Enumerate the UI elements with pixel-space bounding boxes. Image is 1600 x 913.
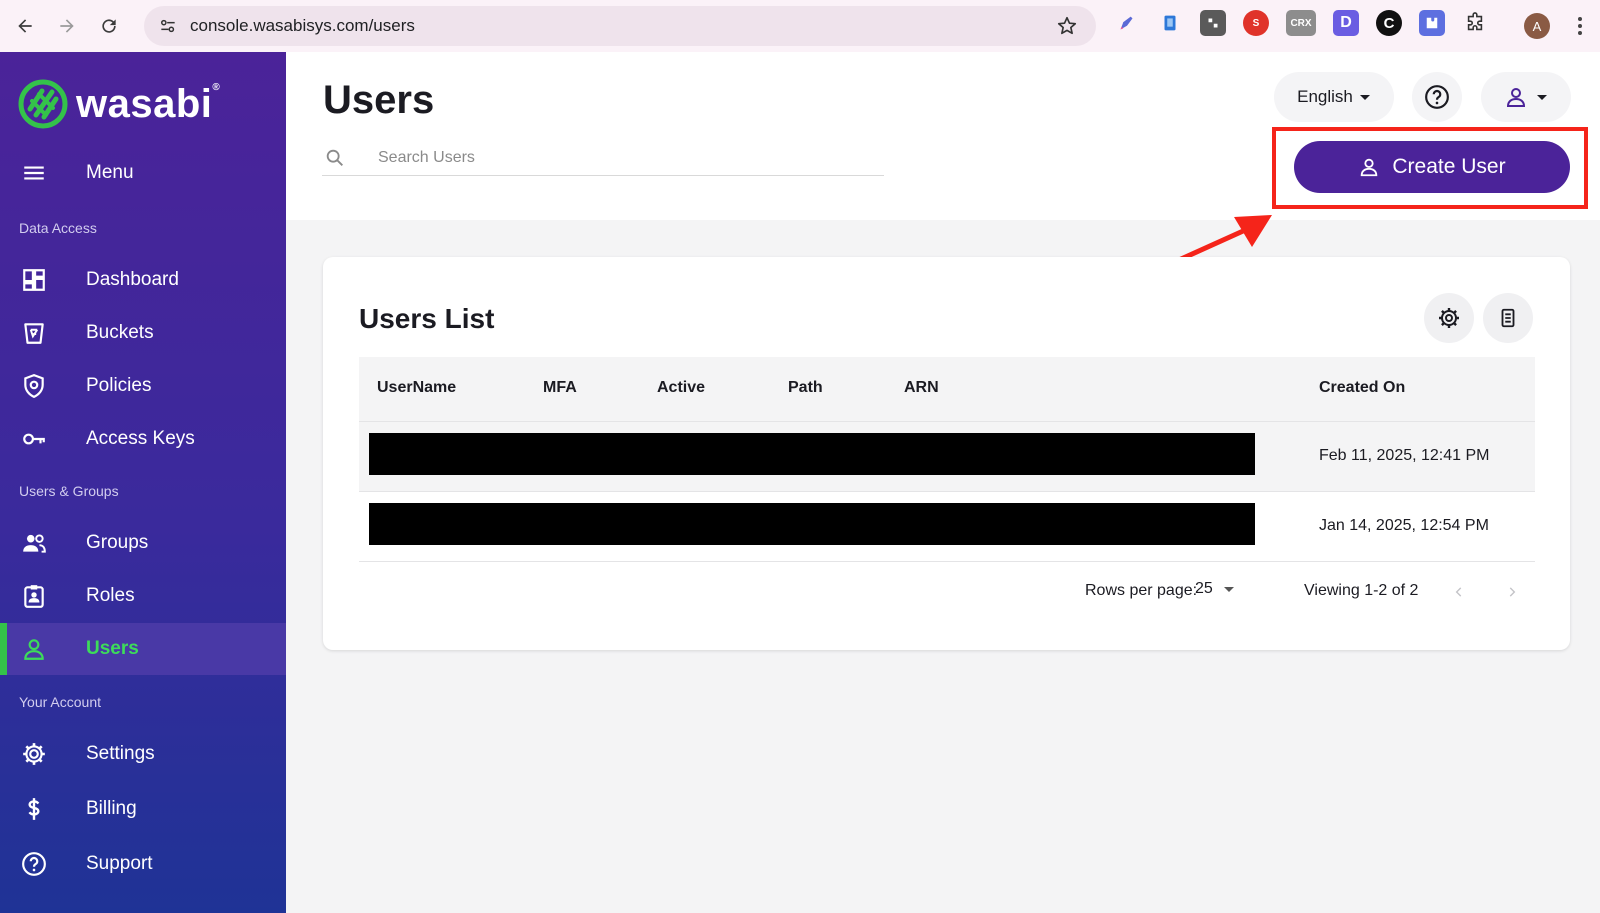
wasabi-logo-icon — [18, 79, 68, 129]
user-icon — [1506, 88, 1526, 107]
caret-down-icon — [1359, 95, 1370, 100]
seo-extension-icon[interactable]: S — [1243, 10, 1269, 36]
wasabi-logo-text: wasabi® — [76, 81, 221, 126]
puzzle-color-extension-icon[interactable] — [1419, 10, 1445, 36]
list-view-icon — [1501, 308, 1515, 328]
sidebar-item-label: Roles — [86, 585, 135, 606]
document-extension-icon[interactable] — [1157, 10, 1183, 36]
back-arrow-icon[interactable] — [8, 9, 42, 43]
sidebar-item-access-keys[interactable]: Access Keys — [0, 413, 286, 465]
sidebar-item-label: Settings — [86, 743, 155, 764]
language-select[interactable]: English — [1274, 72, 1394, 122]
rows-per-page-value: 25 — [1195, 580, 1213, 597]
wasabi-logo[interactable]: wasabi® — [18, 79, 220, 129]
sidebar-item-label: Billing — [86, 798, 137, 819]
extensions-puzzle-icon[interactable] — [1462, 10, 1488, 36]
help-icon — [20, 850, 48, 878]
group-icon — [20, 529, 48, 557]
help-icon — [1425, 85, 1449, 109]
annotation-highlight-box — [1272, 127, 1588, 209]
section-your-account: Your Account — [19, 694, 101, 710]
dashboard-icon — [20, 266, 48, 294]
created-on-cell: Feb 11, 2025, 12:41 PM — [1319, 447, 1490, 464]
page-title: Users — [323, 78, 435, 122]
account-menu-button[interactable] — [1481, 72, 1571, 122]
sidebar-item-label: Support — [86, 853, 153, 874]
sidebar-item-roles[interactable]: Roles — [0, 570, 286, 622]
users-list-card: Users List UserName MFA Active Path ARN … — [323, 257, 1570, 650]
browser-menu-icon[interactable] — [1570, 14, 1590, 38]
column-path[interactable]: Path — [788, 379, 823, 397]
table-row[interactable]: Feb 11, 2025, 12:41 PM — [359, 421, 1535, 491]
sidebar-item-billing[interactable]: Billing — [0, 783, 286, 835]
grid-extension-icon[interactable] — [1200, 10, 1226, 36]
column-arn[interactable]: ARN — [904, 379, 939, 397]
badge-icon — [20, 582, 48, 610]
sidebar-item-label: Access Keys — [86, 428, 195, 449]
search-bar — [322, 140, 884, 176]
rows-per-page-select[interactable]: 25 — [1195, 580, 1235, 598]
dollar-icon — [20, 795, 48, 823]
sidebar-item-label: Buckets — [86, 322, 154, 343]
rows-per-page-label: Rows per page: — [1085, 582, 1198, 599]
table-density-button[interactable] — [1483, 293, 1533, 343]
key-icon — [20, 425, 48, 453]
c-extension-icon[interactable]: C — [1376, 10, 1402, 36]
help-button[interactable] — [1412, 72, 1462, 122]
section-data-access: Data Access — [19, 220, 97, 236]
shield-icon — [20, 372, 48, 400]
table-settings-button[interactable] — [1424, 293, 1474, 343]
previous-page-icon[interactable] — [1449, 582, 1469, 602]
column-active[interactable]: Active — [657, 379, 705, 397]
caret-down-icon — [1223, 587, 1234, 592]
profile-avatar[interactable]: A — [1524, 13, 1550, 39]
caret-down-icon — [1537, 95, 1547, 100]
user-icon — [20, 635, 48, 663]
created-on-cell: Jan 14, 2025, 12:54 PM — [1319, 517, 1489, 534]
sidebar-item-label: Policies — [86, 375, 152, 396]
column-username[interactable]: UserName — [377, 379, 456, 397]
redacted-block — [369, 433, 1255, 475]
crx-extension-icon[interactable]: CRX — [1286, 10, 1316, 36]
url-text: console.wasabisys.com/users — [190, 16, 415, 35]
language-label: English — [1297, 87, 1353, 106]
gear-icon — [20, 740, 48, 768]
table-pagination: Rows per page: 25 Viewing 1-2 of 2 — [359, 561, 1535, 617]
next-page-icon[interactable] — [1502, 582, 1522, 602]
table-header: UserName MFA Active Path ARN Created On — [359, 357, 1535, 421]
gear-icon — [1439, 308, 1459, 328]
sidebar-item-groups[interactable]: Groups — [0, 517, 286, 569]
column-created-on[interactable]: Created On — [1319, 379, 1405, 397]
sidebar-menu-toggle[interactable]: Menu — [0, 147, 286, 199]
address-bar[interactable]: console.wasabisys.com/users — [144, 6, 1096, 46]
sidebar-item-users[interactable]: Users — [0, 623, 286, 675]
d-extension-icon[interactable]: D — [1333, 10, 1359, 36]
sidebar-item-policies[interactable]: Policies — [0, 360, 286, 412]
extensions-row: S CRX D C — [1114, 10, 1488, 36]
table-row[interactable]: Jan 14, 2025, 12:54 PM — [359, 491, 1535, 561]
redacted-block — [369, 503, 1255, 545]
bucket-icon — [20, 319, 48, 347]
sidebar-item-label: Groups — [86, 532, 149, 553]
sidebar-item-label: Users — [86, 638, 139, 659]
site-settings-icon[interactable] — [156, 14, 180, 38]
sidebar-item-settings[interactable]: Settings — [0, 728, 286, 780]
pen-extension-icon[interactable] — [1114, 10, 1140, 36]
hamburger-icon — [20, 159, 48, 187]
column-mfa[interactable]: MFA — [543, 379, 577, 397]
reload-icon[interactable] — [92, 9, 126, 43]
bookmark-star-icon[interactable] — [1056, 15, 1078, 37]
forward-arrow-icon[interactable] — [50, 9, 84, 43]
search-icon — [326, 149, 343, 166]
sidebar-item-buckets[interactable]: Buckets — [0, 307, 286, 359]
search-input[interactable] — [378, 144, 868, 172]
section-users-groups: Users & Groups — [19, 483, 119, 499]
menu-label: Menu — [86, 162, 134, 183]
viewing-range: Viewing 1-2 of 2 — [1304, 582, 1419, 599]
sidebar-item-support[interactable]: Support — [0, 838, 286, 890]
sidebar-item-label: Dashboard — [86, 269, 179, 290]
sidebar-item-dashboard[interactable]: Dashboard — [0, 254, 286, 306]
sidebar: wasabi® Menu Data Access Dashboard Bucke… — [0, 52, 286, 913]
users-list-title: Users List — [359, 303, 495, 334]
